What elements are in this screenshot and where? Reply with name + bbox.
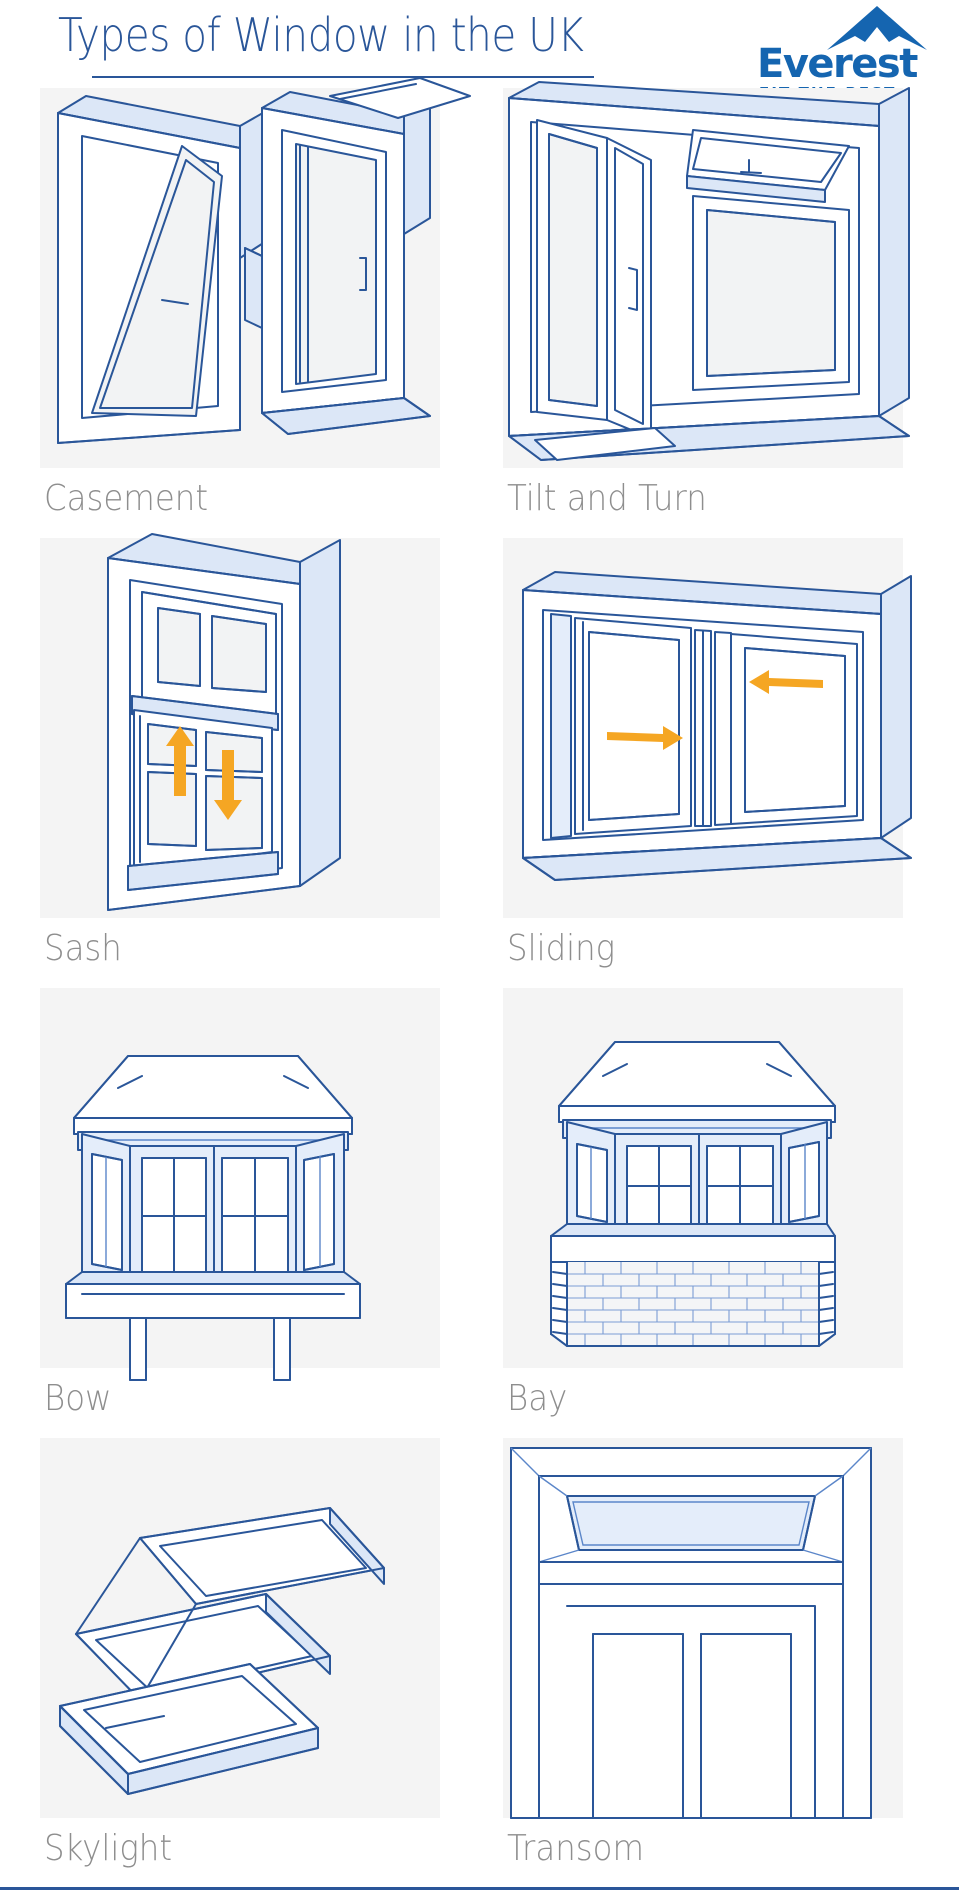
window-label-bay: Bay xyxy=(507,1378,568,1419)
bay-brick-base xyxy=(567,1262,819,1346)
transom-window-illustration xyxy=(503,1438,903,1819)
tilt-and-turn-window-illustration xyxy=(503,81,910,468)
window-card-transom[interactable]: Transom xyxy=(479,1438,959,1888)
casement-window-illustration xyxy=(40,77,471,468)
window-card-skylight[interactable]: Skylight xyxy=(0,1438,479,1888)
sliding-window-illustration xyxy=(503,538,912,918)
window-label-casement: Casement xyxy=(44,478,209,519)
bow-window-illustration xyxy=(40,988,440,1381)
window-label-transom: Transom xyxy=(507,1828,645,1869)
window-card-bay[interactable]: Bay xyxy=(479,988,959,1438)
bay-window-illustration xyxy=(503,988,903,1368)
window-label-sliding: Sliding xyxy=(507,928,616,969)
sash-window-illustration xyxy=(40,533,440,918)
window-label-skylight: Skylight xyxy=(44,1828,173,1869)
window-types-grid: Casement Tilt and Turn Sash Sliding Bow … xyxy=(0,77,959,1888)
window-label-sash: Sash xyxy=(44,928,122,969)
window-card-sliding[interactable]: Sliding xyxy=(479,538,959,988)
infographic-page: Types of Window in the UK Everest FIT TH… xyxy=(0,0,959,1900)
window-card-casement[interactable]: Casement xyxy=(0,77,479,538)
skylight-window-illustration xyxy=(40,1438,440,1818)
window-label-bow: Bow xyxy=(44,1378,112,1419)
window-card-sash[interactable]: Sash xyxy=(0,533,479,988)
window-card-tilt-and-turn[interactable]: Tilt and Turn xyxy=(479,81,959,538)
page-title: Types of Window in the UK xyxy=(58,8,584,62)
window-card-bow[interactable]: Bow xyxy=(0,988,479,1438)
footer-divider xyxy=(0,1887,959,1890)
window-label-tilt-and-turn: Tilt and Turn xyxy=(507,478,707,519)
